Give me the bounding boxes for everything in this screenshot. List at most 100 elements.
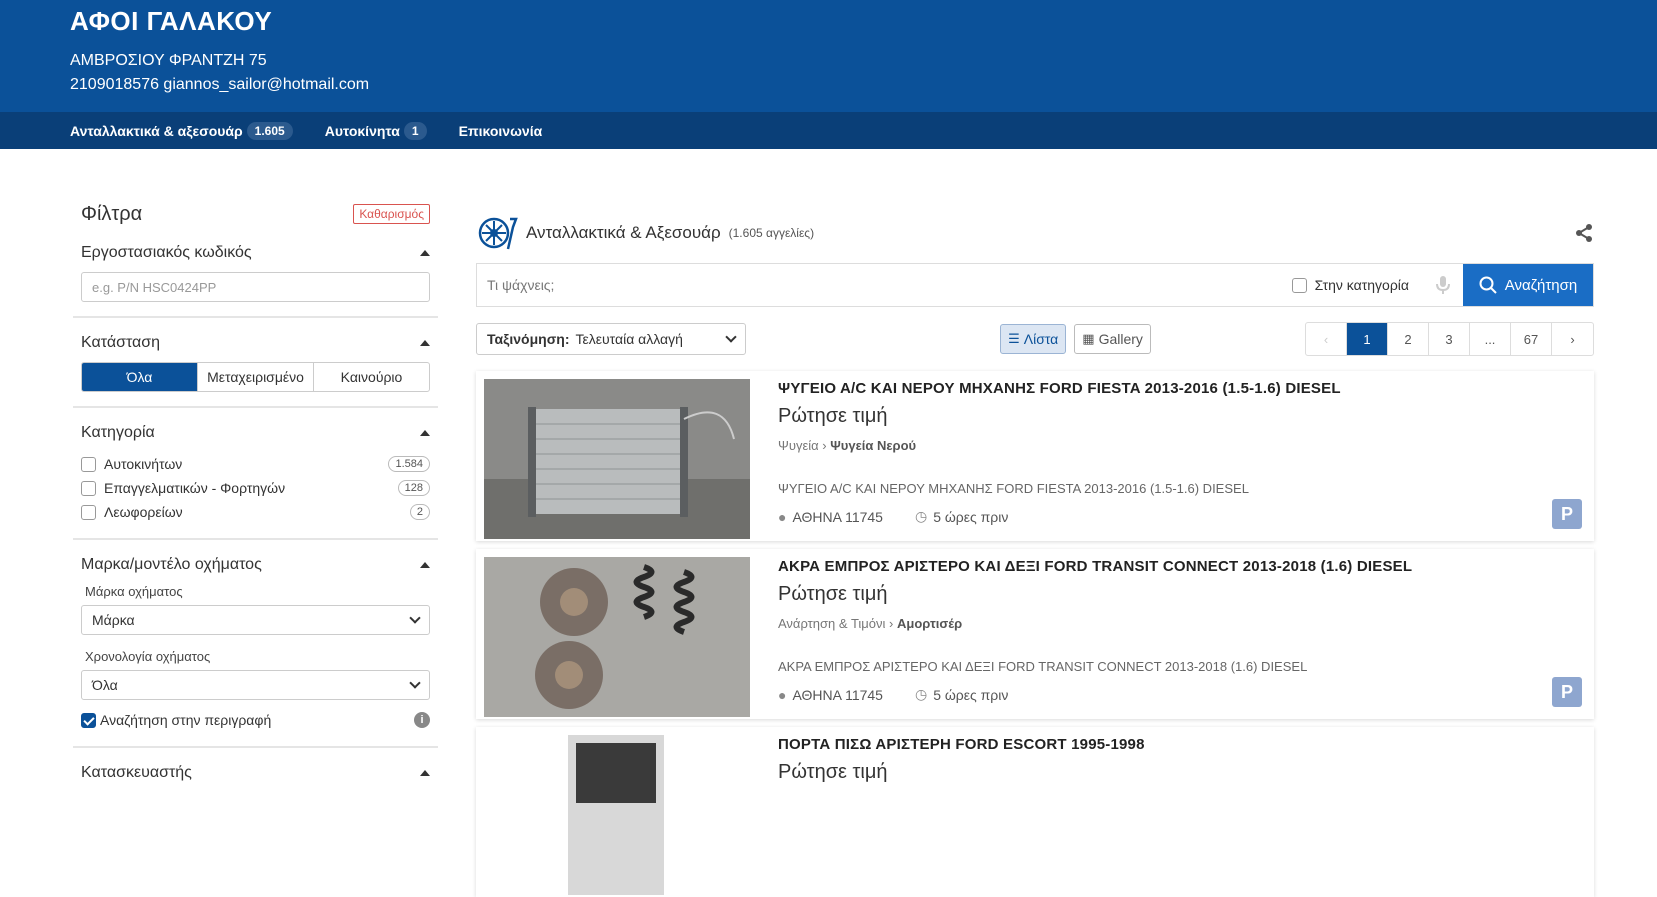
listing-photo[interactable]	[484, 379, 750, 539]
filter-partcode-toggle[interactable]: Εργοστασιακός κωδικός	[81, 242, 430, 264]
results-main: Ανταλλακτικά & Αξεσουάρ (1.605 αγγελίες)…	[476, 215, 1594, 897]
in-category-checkbox[interactable]	[1291, 277, 1307, 293]
category-option[interactable]: Επαγγελματικών - Φορτηγών 128	[81, 476, 430, 500]
listing-cat2: Ψυγεία Νερού	[830, 438, 917, 453]
clock-icon: ◷	[914, 508, 928, 524]
caret-up-icon	[420, 250, 430, 256]
view-gallery-button[interactable]: ▦ Gallery	[1074, 324, 1151, 354]
search-icon	[1479, 276, 1497, 294]
page-button[interactable]: 2	[1388, 323, 1429, 355]
partcode-input[interactable]: e.g. P/N HSC0424PP	[81, 272, 430, 302]
chevron-down-icon	[409, 612, 421, 624]
nav-parts-label: Ανταλλακτικά & αξεσουάρ	[70, 122, 243, 139]
view-list-button[interactable]: ☰ Λίστα	[1000, 324, 1067, 354]
view-list-label: Λίστα	[1023, 331, 1059, 347]
desc-search-checkbox[interactable]	[81, 712, 96, 728]
filter-category: Κατηγορία Αυτοκινήτων 1.584 Επαγγελματικ…	[73, 408, 438, 540]
listing-card[interactable]: ΑΚΡΑ ΕΜΠΡΟΣ ΑΡΙΣΤΕΡΟ ΚΑΙ ΔΕΞΙ FORD TRANS…	[476, 549, 1594, 719]
checkbox[interactable]	[81, 481, 96, 497]
prev-page-button[interactable]: ‹	[1306, 323, 1347, 355]
nav-contact[interactable]: Επικοινωνία	[459, 123, 543, 139]
pagination: ‹ 1 2 3 ... 67 ›	[1305, 322, 1594, 356]
filters-sidebar: Φίλτρα Καθαρισμός Εργοστασιακός κωδικός …	[73, 190, 438, 806]
caret-up-icon	[420, 562, 430, 568]
page-button[interactable]: 1	[1347, 323, 1388, 355]
next-page-button[interactable]: ›	[1552, 323, 1593, 355]
category-label: Επαγγελματικών - Φορτηγών	[104, 479, 286, 496]
filter-condition-title: Κατάσταση	[81, 334, 161, 351]
site-header: ΑΦΟΙ ΓΑΛΑΚΟΥ ΑΜΒΡΟΣΙΟΥ ΦΡΑΝΤΖΗ 75 210901…	[0, 0, 1657, 112]
year-select[interactable]: Όλα	[81, 670, 430, 700]
filter-category-toggle[interactable]: Κατηγορία	[81, 422, 430, 444]
search-button[interactable]: Αναζήτηση	[1463, 264, 1593, 306]
category-title: Ανταλλακτικά & Αξεσουάρ	[526, 223, 721, 242]
condition-used[interactable]: Μεταχειρισμένο	[198, 363, 314, 391]
filter-manufacturer-toggle[interactable]: Κατασκευαστής	[81, 762, 430, 784]
chevron-down-icon	[409, 677, 421, 689]
listing-price: Ρώτησε τιμή	[778, 583, 888, 605]
clock-icon: ◷	[914, 686, 928, 702]
search-button-label: Αναζήτηση	[1504, 276, 1578, 294]
condition-new[interactable]: Καινούριο	[314, 363, 429, 391]
nav-cars-label: Αυτοκίνητα	[324, 122, 400, 139]
location-pin-icon: ●	[778, 508, 787, 525]
parts-category-icon	[478, 217, 518, 250]
search-input[interactable]: Τι ψάχνεις;	[477, 264, 1292, 306]
desc-search-option: Αναζήτηση στην περιγραφή i	[81, 708, 430, 732]
listing-category: Ανάρτηση & Τιμόνι › Αμορτισέρ	[778, 616, 1412, 631]
in-category-label: Στην κατηγορία	[1314, 277, 1409, 293]
caret-up-icon	[420, 770, 430, 776]
category-option[interactable]: Λεωφορείων 2	[81, 500, 430, 524]
nav-cars[interactable]: Αυτοκίνητα 1	[324, 121, 427, 140]
checkbox[interactable]	[81, 505, 96, 521]
filter-manufacturer: Κατασκευαστής	[73, 748, 438, 806]
year-select-value: Όλα	[92, 677, 118, 693]
filter-make-toggle[interactable]: Μαρκα/μοντέλο οχήματος	[81, 554, 430, 576]
listing-location: ΑΘΗΝΑ 11745	[792, 508, 883, 525]
sort-label: Ταξινόμηση:	[487, 331, 570, 347]
chevron-down-icon	[725, 331, 737, 343]
in-category-option[interactable]: Στην κατηγορία	[1291, 264, 1423, 306]
listing-price: Ρώτησε τιμή	[778, 405, 888, 427]
listing-title[interactable]: ΠΟΡΤΑ ΠΙΣΩ ΑΡΙΣΤΕΡΗ FORD ESCORT 1995-199…	[778, 736, 1145, 753]
view-toggle: ☰ Λίστα ▦ Gallery	[1000, 324, 1151, 354]
category-count: 128	[397, 480, 430, 496]
listing-category: Ψυγεία › Ψυγεία Νερού	[778, 438, 1341, 453]
sort-select[interactable]: Ταξινόμηση: Τελευταία αλλαγή	[476, 323, 746, 355]
page-button[interactable]: 67	[1511, 323, 1552, 355]
filter-make-title: Μαρκα/μοντέλο οχήματος	[81, 556, 262, 573]
share-icon[interactable]	[1574, 223, 1594, 243]
filter-partcode: Εργοστασιακός κωδικός e.g. P/N HSC0424PP	[73, 228, 438, 318]
filter-category-title: Κατηγορία	[81, 424, 155, 441]
make-label: Μάρκα οχήματος	[85, 584, 183, 599]
listing-title[interactable]: ΨΥΓΕΙΟ Α/C ΚΑΙ ΝΕΡΟΥ ΜΗΧΑΝΗΣ FORD FIESTA…	[778, 380, 1341, 397]
make-select[interactable]: Μάρκα	[81, 605, 430, 635]
top-nav: Ανταλλακτικά & αξεσουάρ 1.605 Αυτοκίνητα…	[0, 112, 1657, 149]
listing-cat1: Ψυγεία	[778, 438, 819, 453]
grid-icon: ▦	[1082, 331, 1095, 346]
listing-location: ΑΘΗΝΑ 11745	[792, 686, 883, 703]
caret-up-icon	[420, 340, 430, 346]
microphone-icon[interactable]	[1423, 264, 1463, 306]
filter-condition: Κατάσταση Όλα Μεταχειρισμένο Καινούριο	[73, 318, 438, 408]
page-button[interactable]: 3	[1429, 323, 1470, 355]
category-label: Αυτοκινήτων	[104, 455, 183, 472]
listing-photo[interactable]	[484, 735, 750, 895]
nav-parts[interactable]: Ανταλλακτικά & αξεσουάρ 1.605	[70, 121, 293, 140]
pro-badge: P	[1552, 677, 1582, 707]
listing-card[interactable]: ΠΟΡΤΑ ΠΙΣΩ ΑΡΙΣΤΕΡΗ FORD ESCORT 1995-199…	[476, 727, 1594, 897]
make-select-value: Μάρκα	[92, 612, 135, 628]
checkbox[interactable]	[81, 457, 96, 473]
listing-title[interactable]: ΑΚΡΑ ΕΜΠΡΟΣ ΑΡΙΣΤΕΡΟ ΚΑΙ ΔΕΞΙ FORD TRANS…	[778, 558, 1412, 575]
listing-photo[interactable]	[484, 557, 750, 717]
filter-condition-toggle[interactable]: Κατάσταση	[81, 332, 430, 354]
chevron-right-icon: ›	[822, 438, 827, 453]
condition-all[interactable]: Όλα	[82, 363, 198, 391]
dealer-name: ΑΦΟΙ ΓΑΛΑΚΟΥ	[70, 6, 273, 36]
info-icon[interactable]: i	[414, 712, 430, 728]
category-option[interactable]: Αυτοκινήτων 1.584	[81, 452, 430, 476]
dealer-contact: 2109018576 giannos_sailor@hotmail.com	[70, 76, 370, 93]
listing-card[interactable]: ΨΥΓΕΙΟ Α/C ΚΑΙ ΝΕΡΟΥ ΜΗΧΑΝΗΣ FORD FIESTA…	[476, 371, 1594, 541]
listing-time: 5 ώρες πριν	[933, 686, 1009, 703]
clear-filters-button[interactable]: Καθαρισμός	[353, 204, 430, 224]
